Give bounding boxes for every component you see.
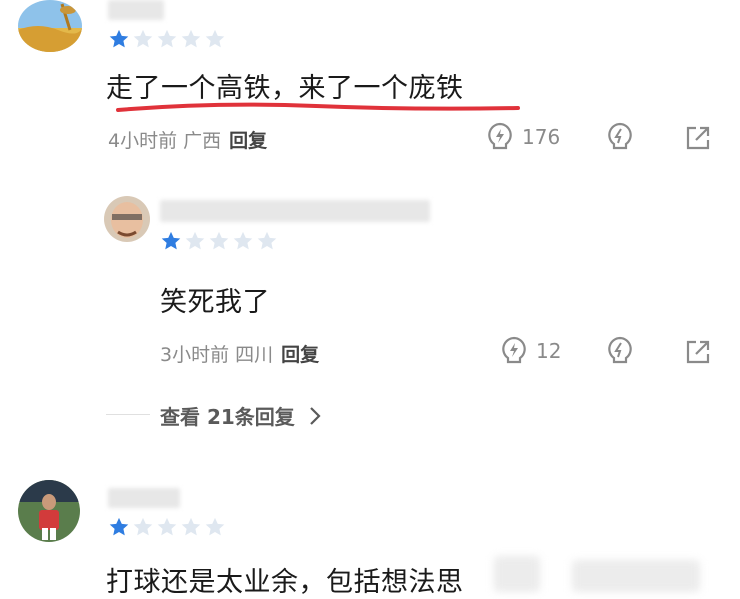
star-rating [160,230,278,252]
star-icon [109,29,129,48]
comment-time: 4小时前 [108,130,178,152]
reply-button[interactable]: 回复 [229,130,267,152]
star-icon [205,517,225,536]
share-button[interactable] [684,338,712,366]
star-icon [233,231,253,250]
reply-button[interactable]: 回复 [281,344,319,366]
like-icon [488,122,512,150]
share-icon [686,126,710,150]
blurred-region [572,560,700,592]
view-replies-link[interactable]: 查看 21条回复 [160,401,325,430]
comment-meta: 4小时前 广西 回复 [108,126,267,153]
dislike-button[interactable] [606,336,634,366]
comment-meta: 3小时前 四川 回复 [160,340,319,367]
dislike-icon [608,122,632,150]
like-count: 176 [522,125,561,149]
username-blurred[interactable] [108,0,164,20]
like-count: 12 [536,339,562,363]
star-icon [109,517,129,536]
star-icon [133,29,153,48]
view-replies-label: 查看 21条回复 [160,405,295,429]
dislike-button[interactable] [606,122,634,152]
like-button[interactable]: 176 [486,122,560,152]
star-icon [181,29,201,48]
username-blurred[interactable] [160,200,430,222]
star-icon [157,517,177,536]
star-icon [205,29,225,48]
star-icon [133,517,153,536]
like-button[interactable]: 12 [500,336,561,366]
star-icon [157,29,177,48]
comment-time: 3小时前 [160,344,230,366]
avatar[interactable] [104,196,150,242]
red-underline [116,102,520,112]
blurred-region [494,556,540,592]
comment-location: 四川 [235,344,274,366]
comment-text: 打球还是太业余，包括想法思 [106,567,464,598]
like-icon [502,336,526,364]
star-icon [257,231,277,250]
star-icon [161,231,181,250]
divider [106,414,150,415]
username-blurred[interactable] [108,488,180,508]
avatar[interactable] [18,480,80,542]
share-icon [686,340,710,364]
chevron-right-icon [310,406,321,425]
comment-location: 广西 [183,130,222,152]
comment-text: 笑死我了 [160,287,270,318]
dislike-icon [608,336,632,364]
star-icon [185,231,205,250]
avatar[interactable] [18,0,82,52]
star-icon [181,517,201,536]
star-rating [108,28,226,50]
star-icon [209,231,229,250]
star-rating [108,516,226,538]
share-button[interactable] [684,124,712,152]
